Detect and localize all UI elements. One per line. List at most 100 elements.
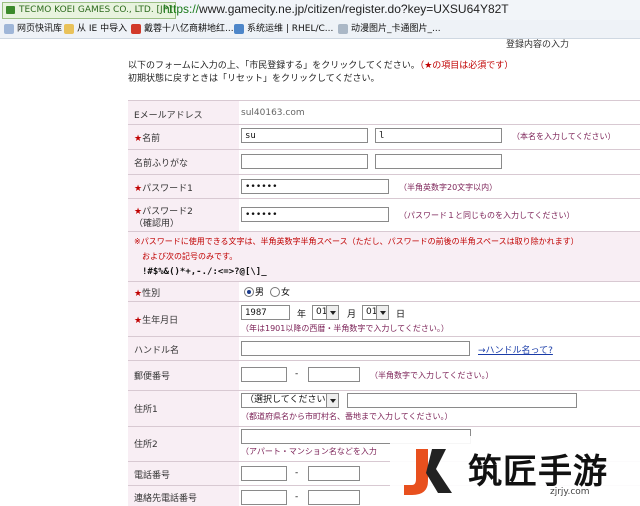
- birth-month-select[interactable]: 01: [312, 305, 339, 320]
- site-identity-badge[interactable]: TECMO KOEI GAMES CO., LTD. [JP]: [2, 2, 176, 19]
- phone-second-input[interactable]: [308, 466, 360, 481]
- contact-phone-second-input[interactable]: [308, 490, 360, 505]
- bookmark-label: 动漫图片_卡通图片_...: [351, 24, 441, 34]
- birthday-label-cell: ★生年月日: [128, 302, 239, 337]
- email-label-cell: Eメールアドレス: [128, 101, 239, 125]
- phone-label-cell: 電話番号: [128, 462, 239, 486]
- required-star: ★: [134, 316, 143, 326]
- prefecture-select[interactable]: （選択してください）: [241, 393, 339, 408]
- month-unit: 月: [347, 310, 357, 320]
- bookmark-label: 网页快讯库: [17, 24, 63, 34]
- bookmark-label: 从 IE 中导入: [77, 24, 128, 34]
- bookmark-item[interactable]: 动漫图片_卡通图片_...: [338, 22, 441, 36]
- doc-icon: [338, 24, 348, 34]
- handle-label-cell: ハンドル名: [128, 337, 239, 361]
- watermark-logo-icon: [404, 449, 452, 495]
- password1-input[interactable]: ••••••: [241, 179, 389, 194]
- password-rule-line-1: ※パスワードに使用できる文字は、半角英数字半角スペース（ただし、パスワードの前後…: [134, 237, 579, 246]
- bookmark-label: 系统运维 | RHEL/C...: [247, 24, 334, 34]
- email-row: Eメールアドレス sul40163.com: [128, 100, 640, 125]
- password2-input[interactable]: ••••••: [241, 207, 389, 222]
- address1-label-cell: 住所1: [128, 391, 239, 427]
- globe-icon: [234, 24, 244, 34]
- address1-note: （都道府県名から市町村名、番地まで入力してください。）: [241, 412, 453, 421]
- name-row: ★名前 su l （本名を入力してください）: [128, 124, 640, 150]
- postal-code-first-input[interactable]: [241, 367, 287, 382]
- gender-female-radio[interactable]: [270, 287, 280, 297]
- lock-icon: [6, 6, 15, 14]
- chevron-down-icon: [376, 306, 388, 319]
- watermark-title: 筑匠手游: [468, 452, 608, 492]
- phone-first-input[interactable]: [241, 466, 287, 481]
- url-scheme: https://: [163, 2, 200, 16]
- password2-sublabel: （確認用）: [134, 219, 180, 229]
- gender-male-label: 男: [255, 288, 265, 298]
- phone-label: 電話番号: [134, 471, 171, 481]
- bookmark-item[interactable]: 网页快讯库: [4, 22, 62, 36]
- password2-row: ★パスワード2 （確認用） •••••• （パスワード１と同じものを入力してくだ…: [128, 198, 640, 232]
- password-rules-box: ※パスワードに使用できる文字は、半角英数字半角スペース（ただし、パスワードの前後…: [128, 231, 640, 282]
- name-note: （本名を入力してください）: [512, 132, 616, 141]
- address-bar[interactable]: TECMO KOEI GAMES CO., LTD. [JP] https://…: [0, 0, 640, 21]
- contact-phone-first-input[interactable]: [241, 490, 287, 505]
- address1-input[interactable]: [347, 393, 577, 408]
- folder-icon: [64, 24, 74, 34]
- handle-label: ハンドル名: [134, 346, 180, 356]
- site-identity-text: TECMO KOEI GAMES CO., LTD. [JP]: [19, 5, 172, 15]
- red-circle-icon: [131, 24, 141, 34]
- password1-row: ★パスワード1 •••••• （半角英数字20文字以内）: [128, 174, 640, 199]
- address1-row: 住所1 （選択してください） （都道府県名から市町村名、番地まで入力してください…: [128, 390, 640, 427]
- postal-dash: -: [295, 369, 299, 379]
- url-rest: www.gamecity.ne.jp/citizen/register.do?k…: [199, 2, 509, 16]
- last-name-input[interactable]: l: [375, 128, 502, 143]
- handle-input[interactable]: [241, 341, 470, 356]
- first-name-kana-input[interactable]: [241, 154, 368, 169]
- gender-label: 性別: [142, 289, 161, 299]
- last-name-kana-input[interactable]: [375, 154, 502, 169]
- intro-line-2: 初期状態に戻すときは「リセット」をクリックしてください。: [128, 74, 380, 84]
- gender-male-radio[interactable]: [244, 287, 254, 297]
- postal-code-second-input[interactable]: [308, 367, 360, 382]
- required-note: （★の項目は必須です）: [419, 61, 514, 71]
- name-kana-label: 名前ふりがな: [134, 159, 189, 169]
- password1-label-cell: ★パスワード1: [128, 175, 239, 199]
- bookmark-label: 戴蓉十八亿商耕地红...: [144, 24, 234, 34]
- password-symbols: !#$%&()*+,-./:<=>?@[\]_: [142, 267, 267, 277]
- name-kana-label-cell: 名前ふりがな: [128, 150, 239, 175]
- birth-year-input[interactable]: 1987: [241, 305, 290, 320]
- chevron-down-icon: [326, 394, 338, 407]
- bookmark-item[interactable]: 戴蓉十八亿商耕地红...: [131, 22, 234, 36]
- chevron-down-icon: [326, 306, 338, 319]
- contact-phone-dash: -: [295, 492, 299, 502]
- required-star: ★: [134, 184, 143, 194]
- gender-female-label: 女: [281, 288, 291, 298]
- handle-row: ハンドル名 →ハンドル名って?: [128, 336, 640, 361]
- gender-row: ★性別 男 女: [128, 281, 640, 302]
- year-unit: 年: [297, 310, 307, 320]
- day-unit: 日: [396, 310, 406, 320]
- address2-note: （アパート・マンション名などを入力: [241, 447, 377, 456]
- watermark-url: zjrjy.com: [550, 487, 590, 497]
- contact-phone-label-cell: 連絡先電話番号: [128, 486, 239, 506]
- birthday-label: 生年月日: [142, 316, 179, 326]
- handle-help-link[interactable]: →ハンドル名って?: [478, 343, 553, 356]
- bookmark-item[interactable]: 从 IE 中导入: [64, 22, 127, 36]
- postal-label: 郵便番号: [134, 372, 171, 382]
- name-kana-row: 名前ふりがな: [128, 149, 640, 175]
- password2-label-cell: ★パスワード2 （確認用）: [128, 199, 239, 232]
- section-subtitle: 登録内容の入力: [506, 40, 570, 50]
- postal-row: 郵便番号 - （半角数字で入力してください。）: [128, 360, 640, 391]
- first-name-input[interactable]: su: [241, 128, 368, 143]
- watermark: 筑匠手游 zjrjy.com: [390, 436, 640, 505]
- intro-line-1: 以下のフォームに入力の上、「市民登録する」をクリックしてください。: [128, 61, 420, 71]
- password-rule-line-2: および次の記号のみです。: [142, 252, 238, 261]
- required-star: ★: [134, 289, 143, 299]
- postal-note: （半角数字で入力してください。）: [370, 371, 494, 380]
- address2-label-cell: 住所2: [128, 427, 239, 462]
- name-label: 名前: [142, 134, 161, 144]
- bookmark-item[interactable]: 系统运维 | RHEL/C...: [234, 22, 333, 36]
- email-value: sul40163.com: [241, 108, 305, 118]
- url-text[interactable]: https://www.gamecity.ne.jp/citizen/regis…: [163, 2, 509, 17]
- birth-day-select[interactable]: 01: [362, 305, 389, 320]
- postal-label-cell: 郵便番号: [128, 361, 239, 391]
